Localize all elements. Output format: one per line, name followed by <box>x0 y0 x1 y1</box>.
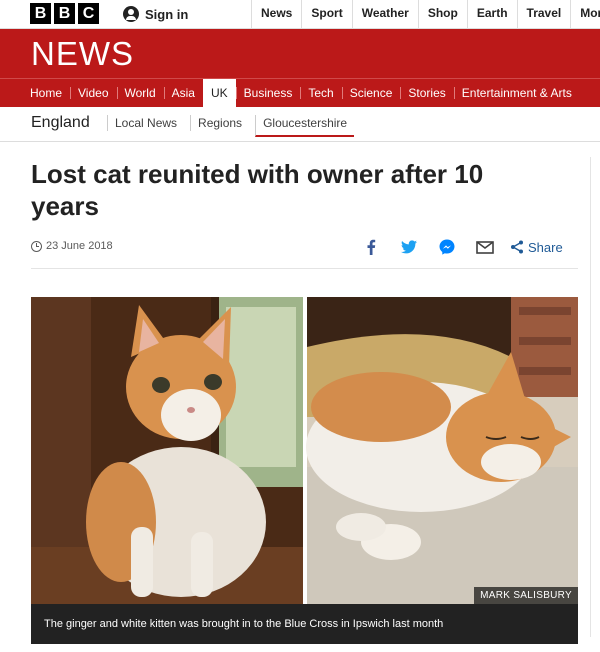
sign-in-link[interactable]: Sign in <box>123 0 188 28</box>
news-logo[interactable]: NEWS <box>31 35 134 73</box>
section-nav-item-entertainment-arts[interactable]: Entertainment & Arts <box>453 79 580 107</box>
sign-in-label: Sign in <box>145 6 189 22</box>
sub-nav: England Local News Regions Gloucestershi… <box>0 107 600 142</box>
section-nav-item-science[interactable]: Science <box>341 79 401 107</box>
bbc-top-bar: B B C Sign in News Sport Weather Shop Ea… <box>0 0 600 29</box>
section-nav-item-home[interactable]: Home <box>22 79 70 107</box>
top-nav-shop[interactable]: Shop <box>417 0 467 28</box>
top-nav-travel[interactable]: Travel <box>516 0 571 28</box>
subnav-gloucestershire[interactable]: Gloucestershire <box>255 115 355 137</box>
share-tools: Share <box>360 236 563 258</box>
bbc-logo[interactable]: B B C <box>30 3 99 24</box>
section-nav-item-tech[interactable]: Tech <box>300 79 341 107</box>
subnav-local-news[interactable]: Local News <box>107 115 184 131</box>
subnav-regions[interactable]: Regions <box>190 115 249 131</box>
section-nav-item-uk[interactable]: UK <box>202 79 236 107</box>
messenger-icon[interactable] <box>436 236 458 258</box>
user-icon <box>123 6 139 22</box>
facebook-icon[interactable] <box>360 236 382 258</box>
image-caption: The ginger and white kitten was brought … <box>31 604 578 644</box>
share-label: Share <box>528 239 563 255</box>
section-nav-item-video[interactable]: Video <box>70 79 116 107</box>
top-nav-weather[interactable]: Weather <box>351 0 418 28</box>
top-nav-sport[interactable]: Sport <box>301 0 351 28</box>
image-credit: MARK SALISBURY <box>474 587 578 604</box>
region-title[interactable]: England <box>31 114 90 132</box>
section-nav-item-asia[interactable]: Asia <box>163 79 203 107</box>
top-nav-more[interactable]: More <box>570 0 600 28</box>
section-nav-item-business[interactable]: Business <box>235 79 301 107</box>
share-button[interactable]: Share <box>510 240 563 255</box>
column-divider <box>590 157 591 637</box>
bbc-logo-letter: B <box>54 3 75 24</box>
cat-photo-illustration <box>31 297 578 604</box>
article-date: 23 June 2018 <box>31 240 113 252</box>
clock-icon <box>31 240 42 252</box>
article-headline: Lost cat reunited with owner after 10 ye… <box>31 159 484 221</box>
date-text: 23 June 2018 <box>46 240 113 252</box>
top-nav-news[interactable]: News <box>251 0 301 28</box>
article-divider <box>31 268 578 269</box>
bbc-logo-letter: C <box>78 3 99 24</box>
top-nav-earth[interactable]: Earth <box>466 0 517 28</box>
email-icon[interactable] <box>474 236 496 258</box>
top-nav: News Sport Weather Shop Earth Travel Mor… <box>251 0 600 28</box>
bbc-logo-letter: B <box>30 3 51 24</box>
article-image: MARK SALISBURY <box>31 297 578 604</box>
share-icon <box>511 240 523 254</box>
section-nav-item-world[interactable]: World <box>116 79 164 107</box>
section-nav-item-stories[interactable]: Stories <box>400 79 453 107</box>
news-header: NEWS <box>0 29 600 78</box>
section-nav: Home Video World Asia UK Business Tech Science S… <box>0 78 600 107</box>
twitter-icon[interactable] <box>398 236 420 258</box>
